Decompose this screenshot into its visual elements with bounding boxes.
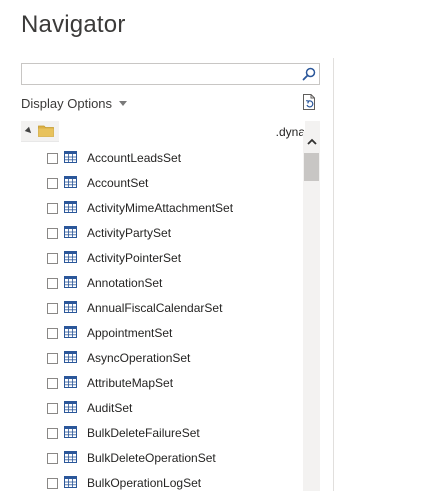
- folder-icon: [38, 125, 54, 137]
- page-title: Navigator: [21, 11, 126, 38]
- tree-item[interactable]: ActivityPartySet: [21, 221, 303, 246]
- item-checkbox[interactable]: [47, 428, 58, 439]
- tree-item-label: AccountLeadsSet: [87, 151, 182, 165]
- search-icon: [302, 67, 316, 81]
- item-checkbox[interactable]: [47, 253, 58, 264]
- display-options-label: Display Options: [21, 95, 113, 111]
- table-icon: [64, 426, 77, 438]
- tree-item-label: ActivityPartySet: [87, 226, 172, 240]
- tree-scrollbar[interactable]: [303, 131, 320, 491]
- search-box[interactable]: [21, 63, 320, 85]
- tree-item-label: BulkDeleteOperationSet: [87, 451, 216, 465]
- tree-item-label: AuditSet: [87, 401, 133, 415]
- item-checkbox[interactable]: [47, 178, 58, 189]
- table-icon: [64, 201, 77, 213]
- tree-item-label: AnnualFiscalCalendarSet: [87, 301, 223, 315]
- search-button[interactable]: [299, 64, 319, 84]
- tree-item-label: AccountSet: [87, 176, 149, 190]
- item-checkbox[interactable]: [47, 453, 58, 464]
- tree-item[interactable]: AnnotationSet: [21, 271, 303, 296]
- item-checkbox[interactable]: [47, 203, 58, 214]
- tree-item-label: AttributeMapSet: [87, 376, 174, 390]
- table-icon: [64, 176, 77, 188]
- item-checkbox[interactable]: [47, 228, 58, 239]
- tree-item-label: ActivityPointerSet: [87, 251, 182, 265]
- table-icon: [64, 476, 77, 488]
- tree-root-row[interactable]: .dyna: [21, 121, 320, 142]
- tree-item[interactable]: AsyncOperationSet: [21, 346, 303, 371]
- item-checkbox[interactable]: [47, 328, 58, 339]
- table-icon: [64, 376, 77, 388]
- item-checkbox[interactable]: [47, 153, 58, 164]
- tree-root-label: .dyna: [59, 121, 305, 142]
- expand-arrow-icon[interactable]: [24, 126, 34, 136]
- search-input[interactable]: [22, 64, 300, 84]
- tree-item-label: BulkDeleteFailureSet: [87, 426, 200, 440]
- panel-divider: [333, 58, 334, 491]
- tree-item[interactable]: ActivityMimeAttachmentSet: [21, 196, 303, 221]
- tree-item[interactable]: AttributeMapSet: [21, 371, 303, 396]
- chevron-up-icon: [306, 138, 317, 145]
- scrollbar-thumb[interactable]: [304, 153, 319, 181]
- tree-item-label: AnnotationSet: [87, 276, 163, 290]
- refresh-document-icon: [303, 94, 315, 110]
- tree-item-label: BulkOperationLogSet: [87, 476, 202, 490]
- table-icon: [64, 301, 77, 313]
- tree-item[interactable]: AccountSet: [21, 171, 303, 196]
- chevron-down-icon: [119, 100, 128, 106]
- tree-item[interactable]: AccountLeadsSet: [21, 146, 303, 171]
- tree-item[interactable]: BulkDeleteOperationSet: [21, 446, 303, 471]
- table-icon: [64, 451, 77, 463]
- item-checkbox[interactable]: [47, 353, 58, 364]
- refresh-button[interactable]: [302, 93, 318, 111]
- tree-item[interactable]: ActivityPointerSet: [21, 246, 303, 271]
- item-checkbox[interactable]: [47, 403, 58, 414]
- tree-item[interactable]: BulkDeleteFailureSet: [21, 421, 303, 446]
- tree-item-label: AsyncOperationSet: [87, 351, 191, 365]
- table-icon: [64, 276, 77, 288]
- tree-item-label: AppointmentSet: [87, 326, 173, 340]
- table-icon: [64, 351, 77, 363]
- tree-item-label: ActivityMimeAttachmentSet: [87, 201, 234, 215]
- table-icon: [64, 226, 77, 238]
- tree-item-list: AccountLeadsSet AccountSet ActivityMimeAtt…: [21, 146, 303, 491]
- scroll-up-button[interactable]: [303, 131, 320, 151]
- tree-item[interactable]: BulkOperationLogSet: [21, 471, 303, 491]
- item-checkbox[interactable]: [47, 478, 58, 489]
- table-icon: [64, 151, 77, 163]
- navigator-tree: .dyna AccountLeadsSet AccountSet ActivityM…: [21, 121, 320, 491]
- item-checkbox[interactable]: [47, 278, 58, 289]
- table-icon: [64, 401, 77, 413]
- item-checkbox[interactable]: [47, 378, 58, 389]
- table-icon: [64, 251, 77, 263]
- tree-item[interactable]: AuditSet: [21, 396, 303, 421]
- tree-item[interactable]: AnnualFiscalCalendarSet: [21, 296, 303, 321]
- display-options-dropdown[interactable]: Display Options: [21, 95, 128, 111]
- tree-item[interactable]: AppointmentSet: [21, 321, 303, 346]
- table-icon: [64, 326, 77, 338]
- item-checkbox[interactable]: [47, 303, 58, 314]
